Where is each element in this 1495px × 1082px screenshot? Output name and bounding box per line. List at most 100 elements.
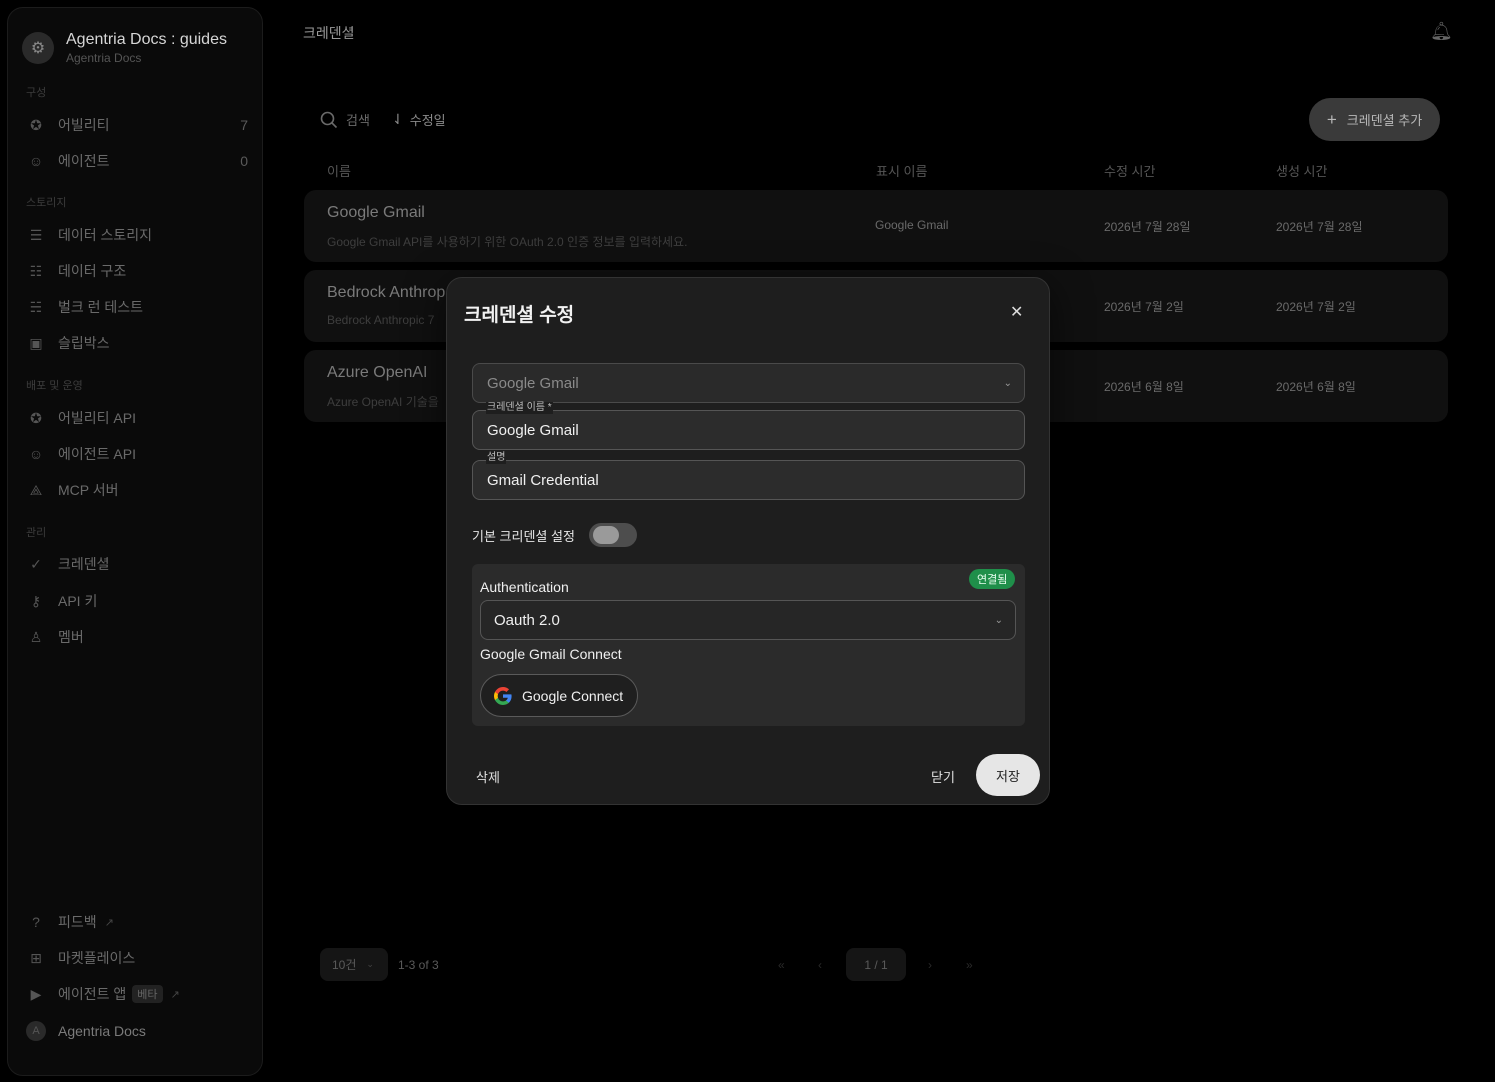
play-icon: ▶	[30, 985, 42, 1002]
search-label: 검색	[346, 113, 370, 128]
sidebar-item-agent-app[interactable]: ▶ 에이전트 앱 베타 ↗	[26, 982, 248, 1006]
slipbox-icon: ▣	[29, 334, 43, 351]
section-label-deploy: 배포 및 운영	[26, 380, 83, 392]
ability-api-icon: ✪	[30, 409, 42, 426]
sidebar-item-label: 데이터 스토리지	[58, 227, 153, 243]
edit-credential-dialog: 크레덴셜 수정 ✕ Google Gmail ⌄ Google Gmail 크레…	[446, 277, 1050, 805]
add-credential-label: 크레덴셜 추가	[1346, 113, 1423, 128]
delete-button[interactable]: 삭제	[476, 767, 500, 786]
sidebar-item-mcp[interactable]: ⟁ MCP 서버	[26, 478, 248, 502]
sidebar-item-ability-api[interactable]: ✪ 어빌리티 API	[26, 406, 248, 430]
beta-badge: 베타	[132, 985, 163, 1003]
add-credential-button[interactable]: + 크레덴셜 추가	[1309, 98, 1440, 141]
credential-name-label: 크레덴셜 이름 *	[486, 402, 553, 414]
sort-label: 수정일	[409, 113, 446, 128]
toggle-knob	[593, 526, 619, 544]
shield-check-icon: ✓	[30, 555, 42, 572]
row-name: Google Gmail	[327, 204, 425, 221]
search-button[interactable]: 검색	[320, 110, 370, 129]
save-button[interactable]: 저장	[976, 754, 1040, 796]
sidebar-item-label: 슬립박스	[58, 335, 110, 351]
sidebar-item-feedback[interactable]: ? 피드백 ↗	[26, 910, 248, 934]
sidebar-item-data-storage[interactable]: ☰ 데이터 스토리지	[26, 223, 248, 247]
google-logo-icon	[494, 686, 512, 705]
sidebar-item-credentials[interactable]: ✓ 크레덴셜	[26, 552, 248, 576]
column-header-modified[interactable]: 수정 시간	[1104, 161, 1155, 180]
google-connect-label: Google Connect	[522, 687, 624, 704]
description-value: Gmail Credential	[487, 471, 599, 489]
sidebar-item-slipbox[interactable]: ▣ 슬립박스	[26, 331, 248, 355]
credential-name-field[interactable]: Google Gmail	[472, 410, 1025, 450]
page-size-select[interactable]: 10건 ⌄	[320, 948, 388, 981]
credential-type-select[interactable]: Google Gmail ⌄	[472, 363, 1025, 403]
sidebar: ⚙ Agentria Docs : guides Agentria Docs 구…	[7, 7, 263, 1076]
auth-method-select[interactable]: Oauth 2.0 ⌄	[480, 600, 1016, 640]
sidebar-item-marketplace[interactable]: ⊞ 마켓플레이스	[26, 946, 248, 970]
bell-icon[interactable]: 🔔︎	[1430, 21, 1453, 42]
sidebar-item-label: MCP 서버	[58, 482, 119, 498]
section-label-storage: 스토리지	[26, 197, 67, 209]
plus-icon: +	[1326, 109, 1337, 129]
section-label-config: 구성	[26, 87, 47, 99]
pagination-range: 1-3 of 3	[398, 958, 439, 972]
sidebar-item-label: 마켓플레이스	[58, 950, 136, 966]
sidebar-item-label: 크레덴셜	[58, 556, 110, 572]
sidebar-item-bulk-run[interactable]: ☵ 벌크 런 테스트	[26, 295, 248, 319]
page-title: 크레덴셜	[303, 25, 355, 41]
row-display-name: Google Gmail	[875, 218, 949, 232]
user-icon: ♙	[29, 628, 43, 645]
section-label-manage: 관리	[26, 527, 47, 539]
sort-button[interactable]: ⇃ 수정일	[392, 110, 446, 129]
connected-status-badge: 연결됨	[969, 569, 1016, 589]
next-page-icon[interactable]: ›	[928, 958, 932, 972]
row-created: 2026년 7월 2일	[1276, 300, 1356, 314]
current-page: 1 / 1	[846, 948, 906, 981]
close-icon[interactable]: ✕	[1010, 302, 1023, 322]
sidebar-item-label: 벌크 런 테스트	[58, 299, 144, 315]
schema-icon: ☷	[29, 262, 43, 279]
column-header-name[interactable]: 이름	[327, 161, 351, 180]
help-icon: ?	[32, 914, 40, 930]
mcp-icon: ⟁	[29, 481, 43, 498]
close-button[interactable]: 닫기	[931, 767, 955, 786]
sidebar-item-label: 에이전트	[58, 153, 110, 169]
sidebar-item-abilities[interactable]: ✪ 어빌리티 7	[26, 113, 248, 137]
google-connect-button[interactable]: Google Connect	[480, 674, 638, 717]
row-description: Azure OpenAI 기술을	[327, 395, 439, 409]
grid-icon: ⊞	[30, 949, 42, 966]
row-modified: 2026년 7월 2일	[1104, 300, 1184, 314]
row-description: Google Gmail API를 사용하기 위한 OAuth 2.0 인증 정…	[327, 235, 688, 249]
sidebar-item-account[interactable]: A Agentria Docs	[26, 1019, 248, 1043]
table-row[interactable]: Google Gmail Google Gmail API를 사용하기 위한 O…	[304, 190, 1448, 262]
prev-page-icon[interactable]: ‹	[818, 958, 822, 972]
sidebar-item-members[interactable]: ♙ 멤버	[26, 625, 248, 649]
last-page-icon[interactable]: »	[966, 958, 973, 972]
sidebar-item-label: 어빌리티 API	[58, 410, 136, 426]
bulk-test-icon: ☵	[29, 298, 43, 315]
sidebar-item-api-keys[interactable]: ⚷ API 키	[26, 589, 248, 613]
credential-type-value: Google Gmail	[487, 374, 579, 392]
sidebar-item-agent-api[interactable]: ☺ 에이전트 API	[26, 442, 248, 466]
column-header-display-name[interactable]: 표시 이름	[876, 161, 927, 180]
page-size-value: 10건	[332, 958, 357, 972]
first-page-icon[interactable]: «	[778, 958, 785, 972]
default-credential-toggle[interactable]	[589, 523, 637, 547]
workspace-subtitle: Agentria Docs	[66, 51, 142, 65]
row-description: Bedrock Anthropic 7	[327, 313, 435, 327]
search-icon	[320, 111, 338, 128]
description-field[interactable]: Gmail Credential	[472, 460, 1025, 500]
credential-name-value: Google Gmail	[487, 421, 579, 439]
database-icon: ☰	[29, 226, 43, 243]
workspace-title: Agentria Docs : guides	[66, 31, 227, 48]
sidebar-item-label: 어빌리티	[58, 117, 110, 133]
row-created: 2026년 7월 28일	[1276, 220, 1363, 234]
workspace-switcher[interactable]: ⚙ Agentria Docs : guides Agentria Docs	[22, 30, 227, 66]
sidebar-item-label: 멤버	[58, 629, 84, 645]
sidebar-item-data-structure[interactable]: ☷ 데이터 구조	[26, 259, 248, 283]
chevron-down-icon: ⌄	[994, 614, 1003, 626]
key-icon: ⚷	[30, 592, 42, 609]
sidebar-item-agents[interactable]: ☺ 에이전트 0	[26, 149, 248, 173]
column-header-created[interactable]: 생성 시간	[1276, 161, 1327, 180]
sidebar-item-label: 에이전트 API	[58, 446, 136, 462]
row-name: Bedrock Anthrop	[327, 284, 446, 301]
